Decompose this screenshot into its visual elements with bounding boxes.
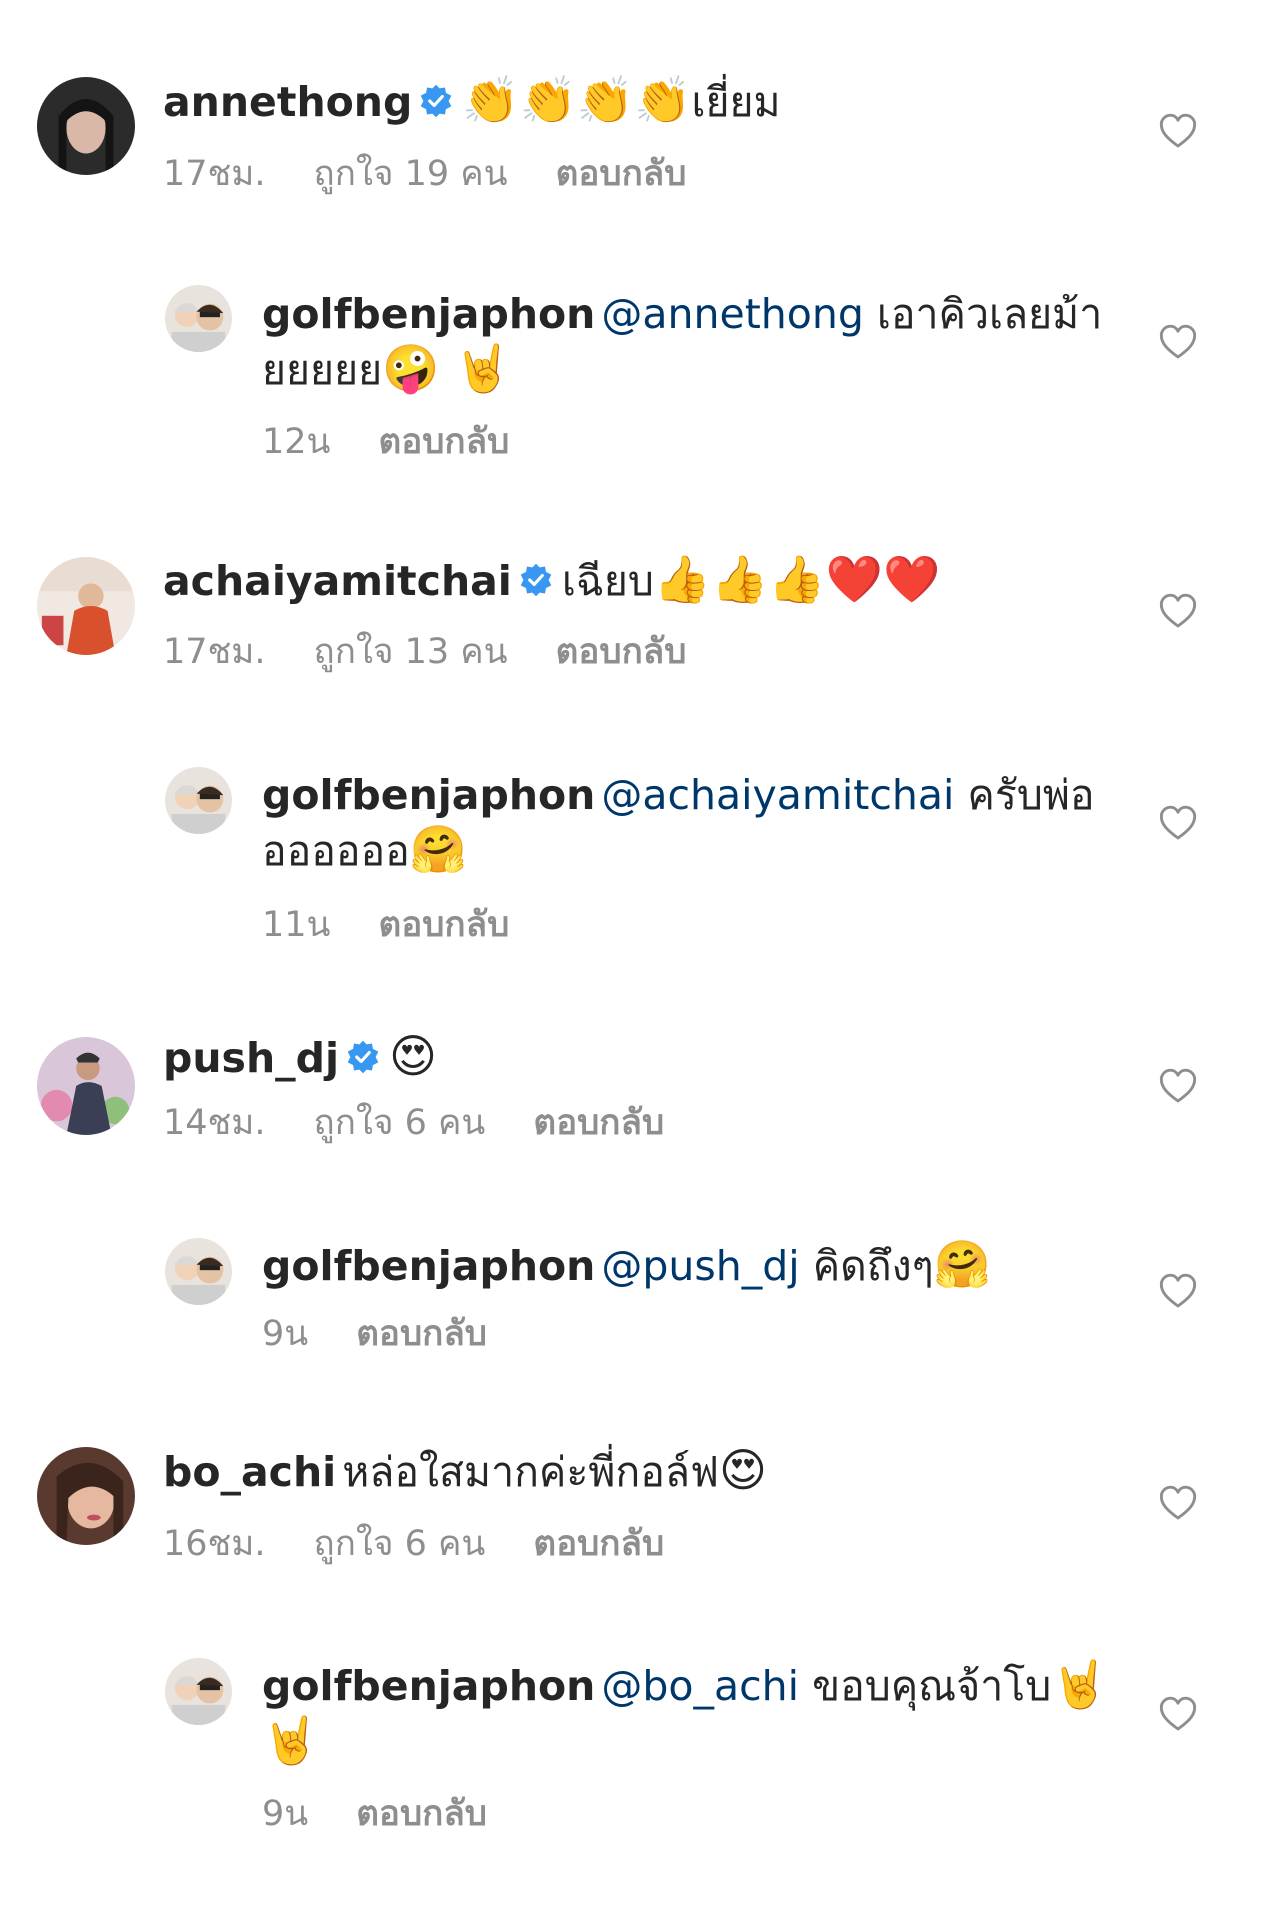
avatar[interactable] [37, 77, 135, 175]
heart-outline-icon[interactable] [1158, 591, 1198, 631]
comment-time: 14ชม. [163, 1103, 266, 1143]
comment-username[interactable]: push_dj [163, 1034, 339, 1082]
reply-button[interactable]: ตอบกลับ [556, 152, 687, 196]
comment-username[interactable]: bo_achi [163, 1448, 336, 1496]
heart-outline-icon[interactable] [1158, 803, 1198, 843]
comment-likes[interactable]: ถูกใจ 6 คน [314, 1522, 486, 1566]
comment-emoji: 🤪 🤘 [382, 341, 512, 395]
comment-meta: 12น ตอบกลับ [262, 420, 557, 464]
comment-emoji: 👏👏👏👏 [462, 73, 692, 127]
verified-badge-icon [421, 84, 452, 118]
comment-text: golfbenjaphon @achaiyamitchai ครับพ่อออออ… [262, 767, 1112, 879]
avatar[interactable] [165, 1238, 232, 1305]
comment-emoji: 😍 [719, 1443, 767, 1497]
comment-time: 16ชม. [163, 1524, 266, 1564]
comment-meta: 9น ตอบกลับ [262, 1792, 535, 1836]
reply-button[interactable]: ตอบกลับ [356, 1312, 487, 1356]
comment-emoji: 🤗 [409, 822, 468, 876]
comment-username[interactable]: golfbenjaphon [262, 771, 595, 819]
verified-badge-icon [347, 1040, 379, 1074]
heart-outline-icon[interactable] [1158, 322, 1198, 362]
reply-button[interactable]: ตอบกลับ [356, 1792, 487, 1836]
avatar[interactable] [37, 1447, 135, 1545]
avatar[interactable] [37, 557, 135, 655]
heart-outline-icon[interactable] [1158, 1694, 1198, 1734]
comment-body: คิดถึงๆ [799, 1242, 934, 1290]
heart-outline-icon[interactable] [1158, 1483, 1198, 1523]
comment-time: 17ชม. [163, 154, 266, 194]
reply-button[interactable]: ตอบกลับ [378, 420, 509, 464]
comment-text: achaiyamitchai เฉียบ👍👍👍❤️❤️ [163, 553, 1113, 609]
comment-time: 9น [262, 1794, 309, 1834]
avatar[interactable] [165, 1658, 232, 1725]
comment-meta: 17ชม. ถูกใจ 19 คน ตอบกลับ [163, 152, 734, 196]
comment-meta: 16ชม. ถูกใจ 6 คน ตอบกลับ [163, 1522, 712, 1566]
reply-button[interactable]: ตอบกลับ [533, 1522, 664, 1566]
comment-thread: annethong 👏👏👏👏เยี่ยม 17ชม. ถูกใจ 19 คน ตอบก… [0, 0, 1280, 1923]
mention-link[interactable]: @achaiyamitchai [601, 771, 954, 819]
comment-meta: 14ชม. ถูกใจ 6 คน ตอบกลับ [163, 1101, 712, 1145]
comment-text: golfbenjaphon @push_dj คิดถึงๆ🤗 [262, 1238, 1112, 1294]
comment-meta: 9น ตอบกลับ [262, 1312, 535, 1356]
avatar[interactable] [165, 285, 232, 352]
comment-text: golfbenjaphon @annethong เอาคิวเลยม้ายยยย… [262, 286, 1112, 398]
comment-body: หล่อใสมากค่ะพี่กอล์ฟ [342, 1448, 720, 1496]
comment-meta: 11น ตอบกลับ [262, 903, 557, 947]
heart-outline-icon[interactable] [1158, 111, 1198, 151]
comment-emoji: 👍👍👍❤️❤️ [653, 552, 941, 606]
reply-button[interactable]: ตอบกลับ [533, 1101, 664, 1145]
comment-username[interactable]: golfbenjaphon [262, 1242, 595, 1290]
comment-username[interactable]: golfbenjaphon [262, 290, 595, 338]
avatar[interactable] [165, 767, 232, 834]
comment-username[interactable]: golfbenjaphon [262, 1662, 595, 1710]
reply-button[interactable]: ตอบกลับ [556, 630, 687, 674]
comment-emoji: 🤗 [933, 1237, 991, 1291]
comment-username[interactable]: achaiyamitchai [163, 557, 512, 605]
comment-body: ขอบคุณจ้าโบ [799, 1662, 1052, 1710]
avatar[interactable] [37, 1037, 135, 1135]
comment-emoji: 😍 [389, 1029, 438, 1083]
comment-likes[interactable]: ถูกใจ 13 คน [314, 630, 508, 674]
comment-body: เฉียบ [561, 557, 654, 605]
heart-outline-icon[interactable] [1158, 1271, 1198, 1311]
comment-username[interactable]: annethong [163, 78, 412, 126]
comment-time: 9น [262, 1314, 309, 1354]
verified-badge-icon [520, 563, 552, 597]
heart-outline-icon[interactable] [1158, 1066, 1198, 1106]
comment-likes[interactable]: ถูกใจ 19 คน [314, 152, 508, 196]
mention-link[interactable]: @annethong [601, 290, 863, 338]
comment-text: push_dj 😍 [163, 1030, 1113, 1086]
comment-time: 11น [262, 905, 331, 945]
comment-text: bo_achi หล่อใสมากค่ะพี่กอล์ฟ😍 [163, 1444, 1113, 1500]
comment-likes[interactable]: ถูกใจ 6 คน [314, 1101, 486, 1145]
reply-button[interactable]: ตอบกลับ [378, 903, 509, 947]
comment-text: annethong 👏👏👏👏เยี่ยม [163, 74, 1113, 130]
comment-body: เยี่ยม [691, 78, 781, 126]
comment-time: 12น [262, 422, 331, 462]
comment-meta: 17ชม. ถูกใจ 13 คน ตอบกลับ [163, 630, 734, 674]
comment-time: 17ชม. [163, 632, 266, 672]
mention-link[interactable]: @push_dj [601, 1242, 799, 1290]
mention-link[interactable]: @bo_achi [601, 1662, 799, 1710]
comment-text: golfbenjaphon @bo_achi ขอบคุณจ้าโบ🤘 🤘 [262, 1658, 1112, 1770]
